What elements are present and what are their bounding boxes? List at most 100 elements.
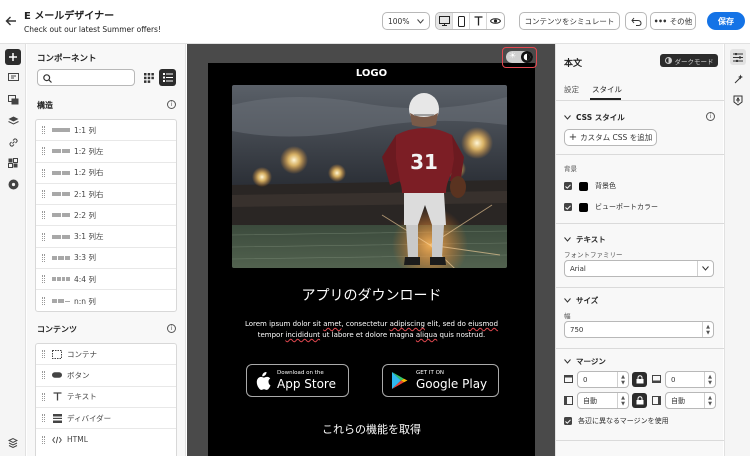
back-arrow-icon[interactable]	[4, 14, 18, 28]
font-family-select[interactable]: Arial	[564, 260, 714, 277]
structure-item[interactable]: 2:2 列	[36, 205, 176, 227]
info-icon[interactable]: i	[167, 100, 176, 109]
simulate-content-button[interactable]: コンテンツをシミュレート	[519, 12, 620, 30]
content-item[interactable]: コンテナ	[36, 344, 176, 366]
margin-top-stepper[interactable]: ▲ ▼	[617, 372, 628, 387]
structure-item[interactable]: 1:2 列左	[36, 141, 176, 163]
content-item[interactable]: ディバイダー	[36, 408, 176, 430]
body-paragraph[interactable]: Lorem ipsum dolor sit amet, consectetur …	[238, 319, 505, 341]
save-button[interactable]: 保存	[707, 12, 745, 30]
drag-handle-icon[interactable]	[42, 211, 45, 220]
structure-item[interactable]: 3:3 列	[36, 248, 176, 270]
themes-button[interactable]	[5, 176, 21, 192]
content-item[interactable]: ボタン	[36, 365, 176, 387]
layers-button[interactable]	[5, 113, 21, 129]
lock-vertical-button[interactable]	[632, 372, 647, 387]
email-logo[interactable]: LOGO	[208, 68, 535, 79]
contrast-icon	[664, 57, 672, 64]
assets-button[interactable]	[5, 92, 21, 108]
tab-settings[interactable]: 設定	[564, 84, 579, 95]
content-item-label: ディバイダー	[67, 413, 112, 423]
component-search-input[interactable]	[37, 69, 135, 86]
email-body[interactable]: LOGO 31 アプリのダウンロード Lorem ipsum dolor sit…	[208, 63, 535, 456]
info-icon[interactable]: i	[706, 112, 715, 121]
size-section-header[interactable]: サイズ	[564, 295, 598, 306]
drag-handle-icon[interactable]	[42, 232, 45, 241]
hero-image[interactable]: 31	[232, 85, 507, 268]
preview-button[interactable]	[487, 13, 504, 29]
bg-color-checkbox[interactable]	[564, 182, 572, 190]
margin-section-header[interactable]: マージン	[564, 356, 606, 367]
margin-left-input[interactable]: 自動 ▲ ▼	[577, 392, 629, 409]
lock-horizontal-button[interactable]	[632, 393, 647, 408]
properties-tab-button[interactable]	[730, 49, 746, 65]
list-view-toggle[interactable]	[159, 69, 176, 86]
drag-handle-icon[interactable]	[42, 275, 45, 284]
drag-handle-icon[interactable]	[42, 414, 45, 423]
drag-handle-icon[interactable]	[42, 253, 45, 262]
links-button[interactable]	[5, 134, 21, 150]
content-item-label: コンテナ	[67, 349, 97, 359]
drag-handle-icon[interactable]	[42, 297, 45, 306]
margin-right-input[interactable]: 自動 ▲ ▼	[665, 392, 716, 409]
width-stepper[interactable]: ▲ ▼	[702, 322, 713, 337]
drag-handle-icon[interactable]	[42, 168, 45, 177]
css-style-section-header[interactable]: CSS スタイル	[564, 112, 625, 123]
features-heading[interactable]: これらの機能を取得	[208, 421, 535, 437]
structure-item-label: 3:1 列左	[74, 232, 104, 242]
bg-color-swatch[interactable]	[579, 181, 588, 191]
grid-icon	[8, 158, 18, 168]
dark-mode-preview-toggle[interactable]: ☀	[502, 47, 537, 68]
margin-top-input[interactable]: 0 ▲ ▼	[577, 371, 629, 388]
margin-bottom-stepper[interactable]: ▲ ▼	[704, 372, 715, 387]
margin-bottom-input[interactable]: 0 ▲ ▼	[665, 371, 716, 388]
drag-handle-icon[interactable]	[42, 147, 45, 156]
desktop-view-button[interactable]	[436, 13, 453, 29]
viewport-color-checkbox[interactable]	[564, 203, 572, 211]
zoom-select[interactable]: 100%	[382, 12, 430, 30]
structure-item[interactable]: n:n 列	[36, 290, 176, 311]
apple-icon	[256, 371, 271, 390]
content-item[interactable]: テキスト	[36, 387, 176, 408]
grid-view-toggle[interactable]	[140, 69, 157, 86]
tab-style[interactable]: スタイル	[592, 84, 622, 95]
undo-button[interactable]	[625, 12, 647, 30]
drag-handle-icon[interactable]	[42, 371, 45, 380]
toggle-track: ☀	[506, 51, 533, 63]
structure-item[interactable]: 2:1 列右	[36, 184, 176, 206]
structure-item[interactable]: 1:1 列	[36, 120, 176, 142]
margin-right-stepper[interactable]: ▲ ▼	[704, 393, 715, 408]
contrast-icon	[521, 51, 533, 63]
download-heading[interactable]: アプリのダウンロード	[208, 285, 535, 305]
drag-handle-icon[interactable]	[42, 190, 45, 199]
dark-mode-badge[interactable]: ダークモード	[660, 54, 718, 67]
app-store-badge[interactable]: Download on the App Store	[246, 364, 349, 397]
add-custom-css-button[interactable]: + カスタム CSS を追加	[564, 129, 657, 146]
text-section-header[interactable]: テキスト	[564, 234, 606, 245]
google-play-badge[interactable]: GET IT ON Google Play	[382, 364, 499, 397]
drag-handle-icon[interactable]	[42, 350, 45, 359]
structure-item-label: 2:1 列右	[74, 189, 104, 199]
drag-handle-icon[interactable]	[42, 126, 45, 135]
drag-handle-icon[interactable]	[42, 435, 45, 444]
margin-left-stepper[interactable]: ▲ ▼	[617, 393, 628, 408]
structure-item[interactable]: 1:2 列右	[36, 163, 176, 184]
accessibility-button[interactable]	[730, 92, 746, 108]
viewport-color-swatch[interactable]	[579, 202, 588, 212]
mobile-view-button[interactable]	[453, 13, 470, 29]
add-components-button[interactable]	[5, 49, 21, 65]
conditional-content-button[interactable]	[730, 71, 746, 87]
content-item[interactable]: HTML	[36, 429, 176, 450]
structure-item[interactable]: 4:4 列	[36, 269, 176, 291]
text-view-button[interactable]	[470, 13, 487, 29]
personalization-button[interactable]	[5, 155, 21, 171]
help-button[interactable]	[5, 434, 21, 450]
structure-item-label: 3:3 列	[73, 253, 96, 263]
drag-handle-icon[interactable]	[42, 392, 45, 401]
width-input[interactable]: 750 ▲ ▼	[564, 321, 714, 338]
structure-item[interactable]: 3:1 列左	[36, 226, 176, 248]
more-button[interactable]: ••• その他	[650, 12, 696, 30]
fragments-button[interactable]	[5, 70, 21, 86]
different-margins-checkbox[interactable]	[564, 417, 572, 425]
info-icon[interactable]: i	[167, 324, 176, 333]
